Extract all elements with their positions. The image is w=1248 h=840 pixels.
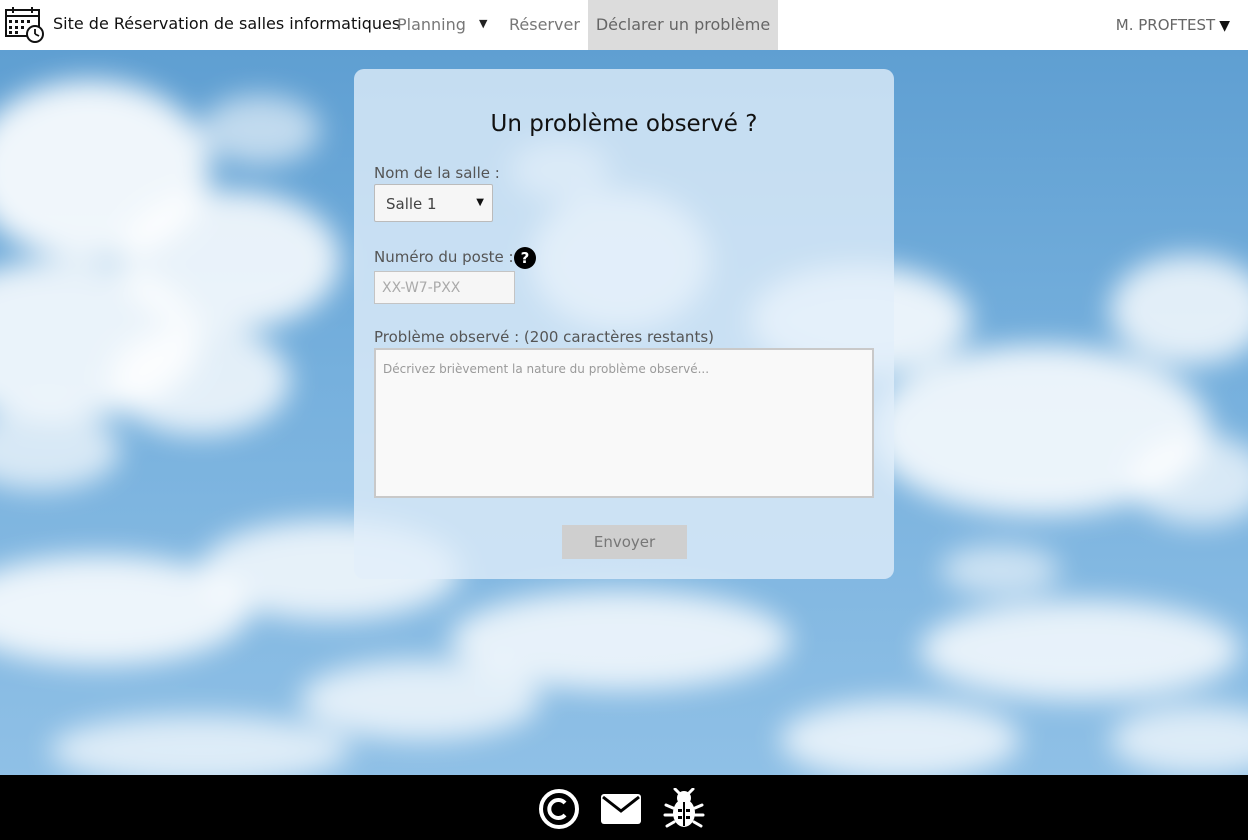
- salle-select-value: Salle 1: [386, 195, 437, 213]
- user-menu-caret-icon: ▼: [1219, 18, 1230, 34]
- salle-select[interactable]: Salle 1 ▼: [374, 184, 493, 222]
- copyright-icon[interactable]: [538, 788, 580, 830]
- poste-input[interactable]: [374, 271, 515, 304]
- form-title: Un problème observé ?: [490, 111, 758, 137]
- user-name: M. PROFTEST: [1115, 16, 1216, 34]
- nav-declarer-probleme[interactable]: Déclarer un problème: [588, 0, 778, 50]
- app-title[interactable]: Site de Réservation de salles informatiq…: [53, 14, 400, 33]
- mail-icon[interactable]: [600, 788, 642, 830]
- problem-report-card: Un problème observé ? Nom de la salle : …: [354, 69, 894, 579]
- user-menu[interactable]: M. PROFTEST ▼: [1116, 0, 1230, 50]
- calendar-clock-icon[interactable]: [5, 6, 45, 44]
- envoyer-button[interactable]: Envoyer: [562, 525, 687, 559]
- planning-dropdown-caret-icon[interactable]: ▼: [479, 0, 487, 50]
- top-navbar: Site de Réservation de salles informatiq…: [0, 0, 1248, 50]
- footer: [0, 775, 1248, 840]
- probleme-textarea[interactable]: [374, 348, 874, 498]
- salle-label: Nom de la salle :: [374, 164, 500, 182]
- select-caret-icon: ▼: [476, 197, 484, 208]
- poste-label: Numéro du poste :: [374, 248, 514, 266]
- probleme-label: Problème observé : (200 caractères resta…: [374, 328, 714, 346]
- bug-icon[interactable]: [663, 788, 705, 830]
- help-question-icon[interactable]: ?: [514, 247, 536, 269]
- nav-reserver[interactable]: Réserver: [509, 0, 580, 50]
- nav-planning[interactable]: Planning: [397, 0, 466, 50]
